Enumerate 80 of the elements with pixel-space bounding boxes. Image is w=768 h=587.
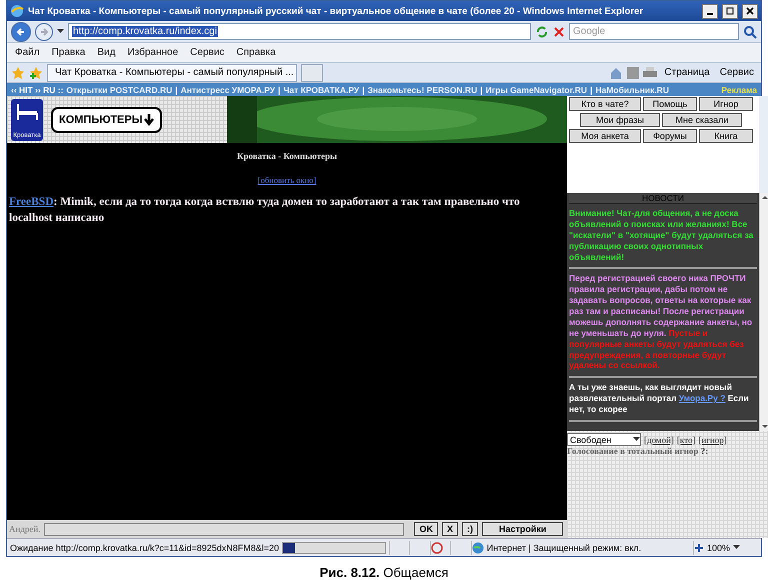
zoom-level[interactable]: 100% <box>707 542 730 552</box>
up-arrow-icon <box>760 193 768 201</box>
link-separator: | <box>362 84 365 94</box>
dropdown-icon <box>733 545 740 550</box>
scrollbar[interactable] <box>759 193 768 431</box>
search-icon[interactable] <box>743 24 757 38</box>
news-title: НОВОСТИ <box>569 193 757 204</box>
down-arrow-icon <box>144 114 154 126</box>
toolbar-menu[interactable]: Сервис <box>716 67 757 78</box>
message-input[interactable] <box>44 522 404 536</box>
forward-button[interactable] <box>35 22 53 40</box>
toolbar-menu[interactable]: Страница <box>661 67 713 78</box>
minimize-button[interactable] <box>702 4 718 18</box>
blocked-icon <box>430 542 443 554</box>
back-arrow-icon <box>16 26 26 36</box>
vote-text: Голосование в тотальный игнор ?: <box>567 446 710 456</box>
chat-button[interactable]: Настройки <box>482 522 564 536</box>
news-text: Перед регистрацией своего ника ПРОЧТИ правила регистрации, дабы потом не задавать вопросов, ответы на которые как раз там и расписаны! После регистрации можешь дополнять содержание анкеты, но не уменьшать до нуля. Пустые и популярные анкеты будут удаляться без предупреждения, а повторные будут удалены со ссылкой. <box>569 269 757 378</box>
menu-item[interactable]: Справка <box>232 47 280 58</box>
add-favorite-icon[interactable] <box>29 66 43 80</box>
chat-button[interactable]: :) <box>462 522 478 536</box>
vote-link[interactable]: ? <box>700 446 706 456</box>
status-select[interactable]: Свободен <box>567 433 641 446</box>
window-title: Чат Кроватка - Компьютеры - самый популярный русский чат - виртуальное общение в чате (более 20 - Windows Internet Explorer <box>28 6 644 16</box>
browser-tab[interactable]: Чат Кроватка - Компьютеры - самый популярный ... <box>47 64 297 82</box>
status-text: Ожидание http://comp.krovatka.ru/k?c=11&id=8925dxN8FM8&l=20 <box>10 542 280 552</box>
status-link[interactable]: [игнор] <box>698 434 727 444</box>
room-button[interactable]: КОМПЬЮТЕРЫ <box>51 106 162 132</box>
menu-item[interactable]: Правка <box>48 47 90 58</box>
chat-button[interactable]: OK <box>414 522 438 536</box>
maximize-icon <box>726 7 734 15</box>
link-separator: | <box>175 84 178 94</box>
status-link[interactable]: [кто] <box>676 434 696 444</box>
nav-button[interactable]: Книга <box>699 129 753 143</box>
chat-message: FreeBSD: Mimik, если да то тогда когда вствлю туда домен то заработают а так там правельно что localhost написано <box>8 195 521 226</box>
dropdown-icon <box>633 437 640 442</box>
bed-icon <box>15 102 39 122</box>
nav-button[interactable]: Мне сказали <box>662 113 742 127</box>
figure-caption: Рис. 8.12. Общаемся <box>318 565 450 580</box>
globe-icon <box>472 542 484 554</box>
close-icon <box>746 7 754 15</box>
nav-button[interactable]: Мои фразы <box>580 113 660 127</box>
address-field[interactable]: http://comp.krovatka.ru/index.cgi <box>68 23 531 40</box>
link-separator: | <box>590 84 592 94</box>
down-arrow-icon <box>760 423 768 431</box>
news-text: А ты уже знаешь, как выглядит новый развлекательный портал Умора.Ру ? Если нет, то скорее <box>569 378 757 422</box>
close-button[interactable] <box>742 4 758 18</box>
status-link[interactable]: [домой] <box>644 434 674 444</box>
stop-icon[interactable] <box>553 26 565 38</box>
nav-button[interactable]: Форумы <box>643 129 697 143</box>
refresh-link[interactable]: [обновить окно] <box>258 175 316 185</box>
new-tab-button[interactable] <box>301 64 323 82</box>
menu-item[interactable]: Вид <box>93 47 120 58</box>
chat-heading: Кроватка - Компьютеры <box>236 151 338 161</box>
nav-button[interactable]: Игнор <box>699 97 753 111</box>
news-link[interactable]: Умора.Ру ? <box>678 393 726 404</box>
nickname-label: Андрей. <box>9 524 40 534</box>
browser-icon <box>10 4 24 18</box>
nav-button[interactable]: Кто в чате? <box>569 97 641 111</box>
dropdown-icon <box>57 29 64 34</box>
printer-icon[interactable] <box>643 66 658 78</box>
chat-button[interactable]: X <box>442 522 458 536</box>
link-separator: | <box>278 84 280 94</box>
link-bar-brand: ‹‹ HIT ›› RU :: <box>11 84 64 94</box>
nav-button[interactable]: Помощь <box>643 97 697 111</box>
menu-item[interactable]: Сервис <box>186 47 228 58</box>
back-button[interactable] <box>11 22 31 42</box>
maximize-button[interactable] <box>722 4 738 18</box>
menu-item[interactable]: Избранное <box>123 47 182 58</box>
refresh-icon[interactable] <box>535 24 549 38</box>
author-link[interactable]: FreeBSD <box>9 196 54 208</box>
link-separator: | <box>480 84 483 94</box>
forward-arrow-icon <box>39 26 49 36</box>
news-text: Внимание! Чат-для общения, а не доска объявлений о поисках или желаниях! Все "искатели" в "хотящие" будут удаляться за публикацию своих однотипных объявлений! <box>569 204 757 270</box>
star-icon[interactable] <box>11 66 25 80</box>
zone-text: Интернет | Защищенный режим: вкл. <box>486 542 642 552</box>
zoom-icon <box>694 542 704 552</box>
home-icon[interactable] <box>609 66 624 80</box>
nav-button[interactable]: Моя анкета <box>569 129 641 143</box>
menu-item[interactable]: Файл <box>11 47 44 58</box>
